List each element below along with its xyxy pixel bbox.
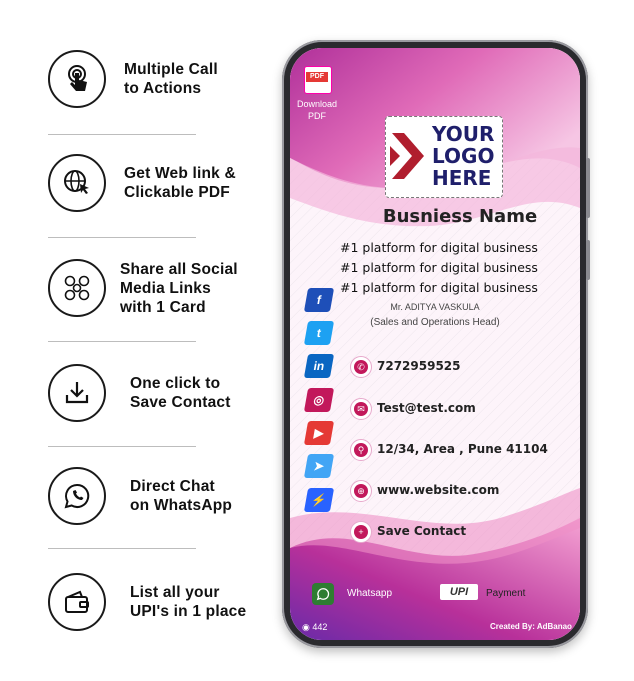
- email-address[interactable]: Test@test.com: [377, 401, 476, 415]
- divider: [48, 341, 196, 342]
- linkedin-icon[interactable]: in: [303, 354, 335, 378]
- social-media-icon: [48, 259, 106, 317]
- facebook-icon[interactable]: f: [303, 288, 335, 312]
- pdf-badge: PDF: [306, 72, 328, 82]
- feature-text: List all your UPI's in 1 place: [130, 584, 247, 620]
- divider: [48, 446, 196, 447]
- feature-social-links: Share all Social Media Links with 1 Card: [48, 259, 238, 317]
- glyph: +: [354, 525, 368, 539]
- feature-multiple-cta: Multiple Call to Actions: [48, 50, 218, 108]
- social-glyph: f: [315, 293, 323, 307]
- person-role: (Sales and Operations Head): [370, 317, 500, 328]
- power-button: [586, 158, 590, 218]
- business-name: Busniess Name: [382, 206, 538, 227]
- feature-text: Get Web link & Clickable PDF: [124, 165, 236, 201]
- created-by: Created By: AdBanao: [490, 622, 572, 631]
- eye-icon: ◉: [302, 622, 313, 632]
- telegram-icon[interactable]: ➤: [303, 454, 335, 478]
- feature-text: Share all Social Media Links with 1 Card: [120, 260, 238, 316]
- feature-web-link: Get Web link & Clickable PDF: [48, 154, 236, 212]
- glyph: ✉: [354, 402, 368, 416]
- volume-button: [586, 240, 590, 280]
- feature-whatsapp: Direct Chat on WhatsApp: [48, 467, 232, 525]
- globe-icon[interactable]: ⊕: [350, 480, 372, 502]
- social-glyph: ▶: [313, 426, 325, 440]
- chevron-logo-icon: [390, 133, 424, 179]
- save-contact-icon[interactable]: +: [350, 521, 372, 543]
- download-pdf-label[interactable]: Download PDF: [290, 98, 344, 122]
- social-glyph: ➤: [312, 459, 326, 473]
- messenger-icon[interactable]: ⚡: [303, 488, 335, 512]
- phone-icon[interactable]: ✆: [350, 356, 372, 378]
- social-glyph: in: [312, 359, 326, 373]
- address[interactable]: 12/34, Area , Pune 41104: [377, 442, 548, 456]
- divider: [48, 134, 196, 135]
- whatsapp-button-icon[interactable]: [312, 583, 334, 605]
- divider: [48, 548, 196, 549]
- tagline: #1 platform for digital business: [340, 280, 538, 295]
- social-glyph: t: [315, 326, 323, 340]
- tagline: #1 platform for digital business: [340, 240, 538, 255]
- touch-hand-icon: [48, 50, 106, 108]
- save-contact-button[interactable]: Save Contact: [377, 524, 466, 538]
- glyph: ⊕: [354, 484, 368, 498]
- mail-icon[interactable]: ✉: [350, 398, 372, 420]
- instagram-icon[interactable]: ◎: [303, 388, 335, 412]
- social-glyph: ⚡: [310, 493, 328, 507]
- views-value: 442: [312, 622, 328, 632]
- download-icon: [48, 364, 106, 422]
- phone-frame: PDF Download PDF YOUR LOGO HERE Busniess…: [282, 40, 590, 648]
- logo-text: YOUR LOGO HERE: [432, 122, 495, 190]
- youtube-icon[interactable]: ▶: [303, 421, 335, 445]
- whatsapp-icon: [48, 467, 106, 525]
- location-icon[interactable]: ⚲: [350, 439, 372, 461]
- wallet-icon: [48, 573, 106, 631]
- phone-number[interactable]: 7272959525: [377, 359, 461, 373]
- feature-text: Direct Chat on WhatsApp: [130, 478, 233, 514]
- upi-logo[interactable]: UPI: [440, 584, 478, 600]
- logo-placeholder: YOUR LOGO HERE: [385, 116, 503, 198]
- glyph: ⚲: [354, 443, 368, 457]
- divider: [48, 237, 196, 238]
- website[interactable]: www.website.com: [377, 483, 499, 497]
- twitter-icon[interactable]: t: [303, 321, 335, 345]
- view-count: ◉ 442: [302, 622, 327, 633]
- person-name: Mr. ADITYA VASKULA: [390, 302, 480, 312]
- tagline: #1 platform for digital business: [340, 260, 538, 275]
- feature-text: Multiple Call to Actions: [124, 61, 218, 97]
- feature-upi: List all your UPI's in 1 place: [48, 573, 246, 631]
- feature-save-contact: One click to Save Contact: [48, 364, 231, 422]
- taglines: #1 platform for digital business #1 plat…: [340, 238, 580, 298]
- pdf-download-icon[interactable]: PDF: [304, 66, 332, 94]
- web-click-icon: [48, 154, 106, 212]
- business-card-screen: PDF Download PDF YOUR LOGO HERE Busniess…: [290, 48, 580, 640]
- social-glyph: ◎: [312, 393, 326, 407]
- whatsapp-label[interactable]: Whatsapp: [347, 588, 392, 599]
- glyph: ✆: [354, 360, 368, 374]
- payment-label[interactable]: Payment: [486, 588, 525, 599]
- feature-text: One click to Save Contact: [130, 375, 231, 411]
